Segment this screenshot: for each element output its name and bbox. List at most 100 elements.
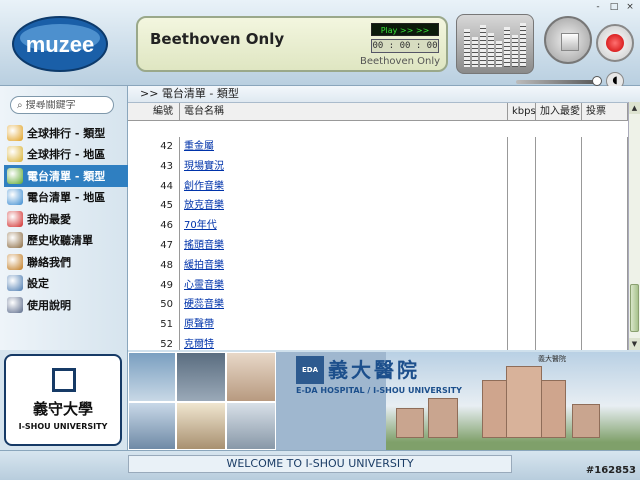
vote-cell[interactable] — [582, 176, 628, 197]
add-favorite-cell[interactable] — [536, 295, 582, 316]
volume-knob[interactable] — [592, 76, 602, 86]
table-row[interactable]: 51 原聲帶 — [128, 315, 628, 335]
station-link[interactable]: 創作音樂 — [184, 181, 224, 192]
scroll-down-button[interactable]: ▼ — [629, 338, 640, 350]
station-link[interactable]: 緩拍音樂 — [184, 260, 224, 271]
kbps-cell[interactable] — [508, 137, 536, 157]
station-name-cell[interactable]: 重金屬 — [180, 137, 508, 157]
close-button[interactable]: × — [624, 2, 636, 12]
hospital-banner[interactable]: EDA 義大醫院 E-DA HOSPITAL / I-SHOU UNIVERSI… — [128, 352, 640, 450]
vote-cell[interactable] — [582, 235, 628, 256]
station-link[interactable]: 硬蕊音樂 — [184, 299, 224, 310]
station-name-cell[interactable]: 克爾特 — [180, 334, 508, 350]
col-station-name[interactable]: 電台名稱 — [180, 103, 508, 120]
kbps-cell[interactable] — [508, 196, 536, 217]
add-favorite-cell[interactable] — [536, 156, 582, 177]
kbps-cell[interactable] — [508, 315, 536, 335]
minimize-button[interactable]: - — [592, 2, 604, 12]
col-kbps[interactable]: kbps — [508, 103, 536, 120]
table-row[interactable]: 49 心靈音樂 — [128, 275, 628, 296]
station-name-cell[interactable]: 搖頭音樂 — [180, 235, 508, 256]
station-name-cell[interactable]: 現場實況 — [180, 156, 508, 177]
play-button[interactable]: Play >> >> — [371, 23, 439, 36]
sidebar-item-1[interactable]: 全球排行 - 地區 — [4, 144, 128, 166]
volume-slider[interactable] — [516, 76, 602, 86]
scroll-up-button[interactable]: ▲ — [629, 102, 640, 114]
sidebar-item-4[interactable]: 我的最愛 — [4, 208, 128, 230]
add-favorite-cell[interactable] — [536, 275, 582, 296]
vote-cell[interactable] — [582, 156, 628, 177]
sidebar-item-3[interactable]: 電台清單 - 地區 — [4, 187, 128, 209]
kbps-cell[interactable] — [508, 255, 536, 276]
welcome-text: WELCOME TO I-SHOU UNIVERSITY — [128, 455, 512, 473]
search-input[interactable] — [25, 99, 106, 111]
station-link[interactable]: 重金屬 — [184, 141, 214, 152]
vote-cell[interactable] — [582, 137, 628, 157]
stop-button[interactable] — [544, 16, 592, 64]
station-name-cell[interactable]: 70年代 — [180, 216, 508, 236]
add-favorite-cell[interactable] — [536, 235, 582, 256]
kbps-cell[interactable] — [508, 156, 536, 177]
station-link[interactable]: 克爾特 — [184, 339, 214, 350]
kbps-cell[interactable] — [508, 295, 536, 316]
sidebar-item-8[interactable]: 使用說明 — [4, 294, 128, 316]
sidebar-item-2[interactable]: 電台清單 - 類型 — [4, 165, 128, 187]
vertical-scrollbar[interactable]: ▲ ▼ — [628, 102, 640, 350]
table-row[interactable]: 45 放克音樂 — [128, 196, 628, 217]
add-favorite-cell[interactable] — [536, 137, 582, 157]
vote-cell[interactable] — [582, 295, 628, 316]
station-link[interactable]: 70年代 — [184, 220, 217, 231]
add-favorite-cell[interactable] — [536, 315, 582, 335]
station-link[interactable]: 搖頭音樂 — [184, 240, 224, 251]
vote-cell[interactable] — [582, 196, 628, 217]
add-favorite-cell[interactable] — [536, 176, 582, 197]
search-box[interactable]: ⌕ — [10, 96, 114, 114]
station-name-cell[interactable]: 硬蕊音樂 — [180, 295, 508, 316]
table-row[interactable]: 52 克爾特 — [128, 334, 628, 350]
table-row[interactable]: 44 創作音樂 — [128, 176, 628, 197]
equalizer-icon — [456, 14, 534, 74]
table-row[interactable]: 48 緩拍音樂 — [128, 255, 628, 276]
add-favorite-cell[interactable] — [536, 196, 582, 217]
sidebar-item-7[interactable]: 設定 — [4, 273, 128, 295]
station-name-cell[interactable]: 原聲帶 — [180, 315, 508, 335]
record-button[interactable] — [596, 24, 634, 62]
row-number: 48 — [128, 255, 180, 276]
vote-cell[interactable] — [582, 275, 628, 296]
station-name-cell[interactable]: 創作音樂 — [180, 176, 508, 197]
table-row[interactable]: 47 搖頭音樂 — [128, 235, 628, 256]
station-link[interactable]: 放克音樂 — [184, 200, 224, 211]
station-link[interactable]: 心靈音樂 — [184, 280, 224, 291]
kbps-cell[interactable] — [508, 235, 536, 256]
maximize-button[interactable]: □ — [608, 2, 620, 12]
station-name-cell[interactable]: 放克音樂 — [180, 196, 508, 217]
station-name-cell[interactable]: 心靈音樂 — [180, 275, 508, 296]
kbps-cell[interactable] — [508, 275, 536, 296]
vote-cell[interactable] — [582, 334, 628, 350]
col-number[interactable]: 編號 — [128, 103, 180, 120]
sidebar-item-6[interactable]: 聯絡我們 — [4, 251, 128, 273]
kbps-cell[interactable] — [508, 216, 536, 236]
col-vote[interactable]: 投票 — [582, 103, 628, 120]
vote-cell[interactable] — [582, 255, 628, 276]
table-row[interactable]: 50 硬蕊音樂 — [128, 295, 628, 316]
hospital-photo — [386, 352, 640, 450]
add-favorite-cell[interactable] — [536, 255, 582, 276]
station-link[interactable]: 現場實況 — [184, 161, 224, 172]
table-row[interactable]: 42 重金屬 — [128, 137, 628, 157]
vote-cell[interactable] — [582, 216, 628, 236]
table-row[interactable]: 43 現場實況 — [128, 156, 628, 177]
sidebar-item-5[interactable]: 歷史收聽清單 — [4, 230, 128, 252]
table-row[interactable]: 46 70年代 — [128, 216, 628, 236]
scroll-thumb[interactable] — [630, 284, 639, 332]
university-panel: 義守大學 I-SHOU UNIVERSITY — [0, 350, 128, 450]
vote-cell[interactable] — [582, 315, 628, 335]
add-favorite-cell[interactable] — [536, 216, 582, 236]
kbps-cell[interactable] — [508, 176, 536, 197]
station-name-cell[interactable]: 緩拍音樂 — [180, 255, 508, 276]
add-favorite-cell[interactable] — [536, 334, 582, 350]
col-add-favorite[interactable]: 加入最愛 — [536, 103, 582, 120]
sidebar-item-0[interactable]: 全球排行 - 類型 — [4, 122, 128, 144]
kbps-cell[interactable] — [508, 334, 536, 350]
station-link[interactable]: 原聲帶 — [184, 319, 214, 330]
